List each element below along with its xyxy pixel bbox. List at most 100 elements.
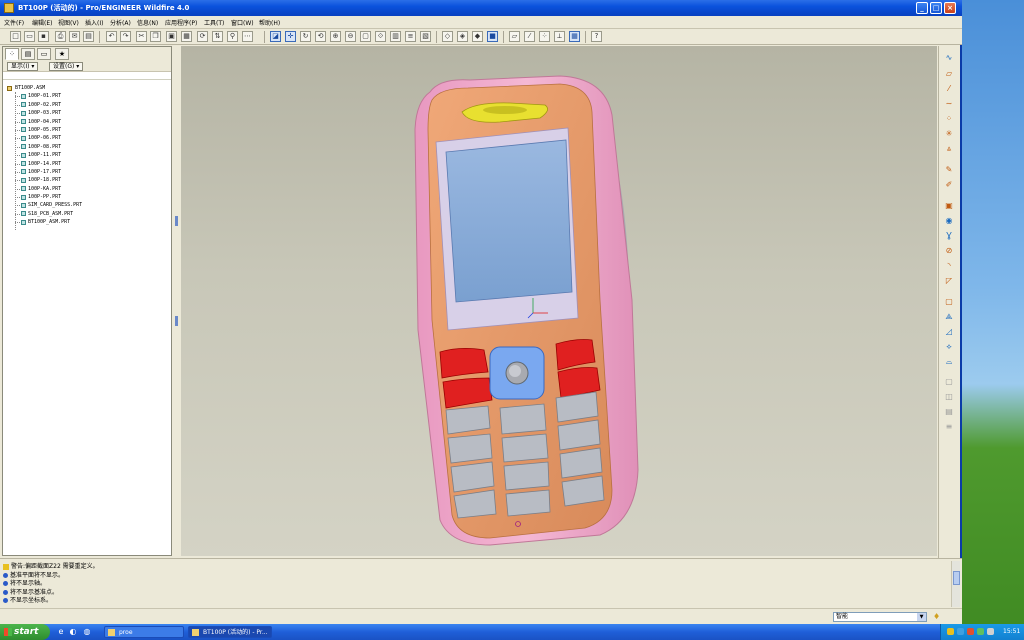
redo-icon[interactable]: ↷ <box>120 31 131 42</box>
repaint-icon[interactable]: ◪ <box>270 31 281 42</box>
taskbar-item-bt100p[interactable]: BT100P (活动的) - Pr... <box>188 626 272 638</box>
thicken-icon[interactable]: ≡ <box>943 421 955 433</box>
proe-quicklaunch-icon[interactable]: ◍ <box>82 627 92 637</box>
hole-icon[interactable]: ⊘ <box>943 245 955 257</box>
layer-tree-tab-icon[interactable]: ▤ <box>21 48 35 60</box>
media-icon[interactable]: ◐ <box>68 627 78 637</box>
panel-splitter[interactable] <box>174 46 180 556</box>
rib-icon[interactable]: ⟁ <box>943 311 955 323</box>
chevron-down-icon[interactable]: ▼ <box>917 613 926 621</box>
tray-icon[interactable] <box>977 628 984 635</box>
save-icon[interactable]: ▪ <box>38 31 49 42</box>
menu-view[interactable]: 视图(V) <box>58 18 79 27</box>
tree-node[interactable]: 100P-18.PRT <box>7 176 169 184</box>
model-tree-tab-icon[interactable]: ⁘ <box>5 48 19 60</box>
sketch-disabled-icon[interactable]: ✐ <box>943 179 955 191</box>
selection-filter-icon[interactable]: ⋯ <box>242 31 253 42</box>
paste-icon[interactable]: ▣ <box>166 31 177 42</box>
hidden-line-icon[interactable]: ◈ <box>457 31 468 42</box>
undo-icon[interactable]: ↶ <box>106 31 117 42</box>
minimize-button[interactable]: _ <box>916 2 928 14</box>
volume-icon[interactable] <box>987 628 994 635</box>
message-scrollbar[interactable] <box>951 561 960 607</box>
maximize-button[interactable]: □ <box>930 2 942 14</box>
shell-icon[interactable]: ▢ <box>943 296 955 308</box>
tree-node[interactable]: 100P-01.PRT <box>7 92 169 100</box>
tray-icon[interactable] <box>957 628 964 635</box>
datum-points-icon[interactable]: ⁘ <box>539 31 550 42</box>
tree-node[interactable]: 100P-14.PRT <box>7 160 169 168</box>
taskbar-item-proe[interactable]: proe <box>104 626 184 638</box>
menu-tools[interactable]: 工具(T) <box>204 18 224 27</box>
menu-file[interactable]: 文件(F) <box>4 18 24 27</box>
close-button[interactable]: × <box>944 2 956 14</box>
round-icon[interactable]: ◝ <box>943 260 955 272</box>
datum-planes-icon[interactable]: ▱ <box>509 31 520 42</box>
analysis-feature-icon[interactable]: ⩓ <box>943 143 955 155</box>
view-manager-icon[interactable]: ▧ <box>420 31 431 42</box>
no-hidden-icon[interactable]: ◆ <box>472 31 483 42</box>
menu-applications[interactable]: 应用程序(P) <box>165 18 197 27</box>
splitter-grip[interactable] <box>175 216 178 226</box>
rotate-icon[interactable]: ⟲ <box>315 31 326 42</box>
wireframe-icon[interactable]: ◇ <box>442 31 453 42</box>
tree-node[interactable]: 100P-17.PRT <box>7 168 169 176</box>
sweep-icon[interactable]: Ɣ <box>943 230 955 242</box>
zoom-out-icon[interactable]: ⊖ <box>345 31 356 42</box>
tree-node[interactable]: 100P-06.PRT <box>7 134 169 142</box>
tray-icon[interactable] <box>967 628 974 635</box>
tree-node[interactable]: SIM_CARD_PRESS.PRT <box>7 201 169 209</box>
splitter-grip[interactable] <box>175 316 178 326</box>
paste-special-icon[interactable]: ▦ <box>181 31 192 42</box>
tree-node[interactable]: 100P-02.PRT <box>7 101 169 109</box>
layers-icon[interactable]: ≡ <box>405 31 416 42</box>
tray-icon[interactable] <box>947 628 954 635</box>
tree-node[interactable]: 100P-KA.PRT <box>7 185 169 193</box>
tree-node[interactable]: 100P-03.PRT <box>7 109 169 117</box>
tree-node[interactable]: 100P-PP.PRT <box>7 193 169 201</box>
cut-icon[interactable]: ✂ <box>136 31 147 42</box>
new-file-icon[interactable]: □ <box>10 31 21 42</box>
tree-node[interactable]: BT100P_ASM.PRT <box>7 218 169 226</box>
graphics-viewport[interactable] <box>181 46 937 556</box>
draft-icon[interactable]: ◿ <box>943 326 955 338</box>
tree-node[interactable]: 100P-04.PRT <box>7 118 169 126</box>
extrude-icon[interactable]: ▣ <box>943 200 955 212</box>
tree-root-node[interactable]: BT100P.ASM <box>7 84 169 92</box>
orient-mode-icon[interactable]: ↻ <box>300 31 311 42</box>
print-icon[interactable]: ⎙ <box>55 31 66 42</box>
trim-icon[interactable]: ◫ <box>943 391 955 403</box>
tree-node[interactable]: 100P-05.PRT <box>7 126 169 134</box>
tree-node[interactable]: S18_PCB_ASM.PRT <box>7 210 169 218</box>
revolve-icon[interactable]: ◉ <box>943 215 955 227</box>
menu-window[interactable]: 窗口(W) <box>231 18 254 27</box>
settings-dropdown-button[interactable]: 设置(G) ▾ <box>49 62 84 71</box>
datum-point-icon[interactable]: ⁘ <box>943 113 955 125</box>
folder-browser-tab-icon[interactable]: ▭ <box>37 48 51 60</box>
menu-edit[interactable]: 编辑(E) <box>32 18 52 27</box>
scrollbar-thumb[interactable] <box>953 571 960 585</box>
saved-views-icon[interactable]: ▥ <box>390 31 401 42</box>
annotations-icon[interactable]: ▦ <box>569 31 580 42</box>
coordinate-system-icon[interactable]: ✳ <box>943 128 955 140</box>
zoom-in-icon[interactable]: ⊕ <box>330 31 341 42</box>
menu-info[interactable]: 信息(N) <box>137 18 158 27</box>
context-help-icon[interactable]: ? <box>591 31 602 42</box>
browser-icon[interactable]: e <box>56 627 66 637</box>
datum-curve-icon[interactable]: ∼ <box>943 98 955 110</box>
start-button[interactable]: start <box>0 624 50 640</box>
sketch-tool-icon[interactable]: ✎ <box>943 164 955 176</box>
tree-node[interactable]: 100P-11.PRT <box>7 151 169 159</box>
copy-icon[interactable]: ❐ <box>150 31 161 42</box>
chamfer-icon[interactable]: ◸ <box>943 275 955 287</box>
datum-axis-icon[interactable]: ⁄ <box>943 83 955 95</box>
shading-icon[interactable]: ■ <box>487 31 498 42</box>
menu-insert[interactable]: 插入(I) <box>85 18 103 27</box>
refit-icon[interactable]: ▢ <box>360 31 371 42</box>
offset-icon[interactable]: ▤ <box>943 406 955 418</box>
menu-help[interactable]: 帮助(H) <box>259 18 280 27</box>
merge-icon[interactable]: ▢ <box>943 376 955 388</box>
datum-plane-icon[interactable]: ▱ <box>943 68 955 80</box>
find-icon[interactable]: ⚲ <box>227 31 238 42</box>
regen-manager-icon[interactable]: ⇅ <box>212 31 223 42</box>
